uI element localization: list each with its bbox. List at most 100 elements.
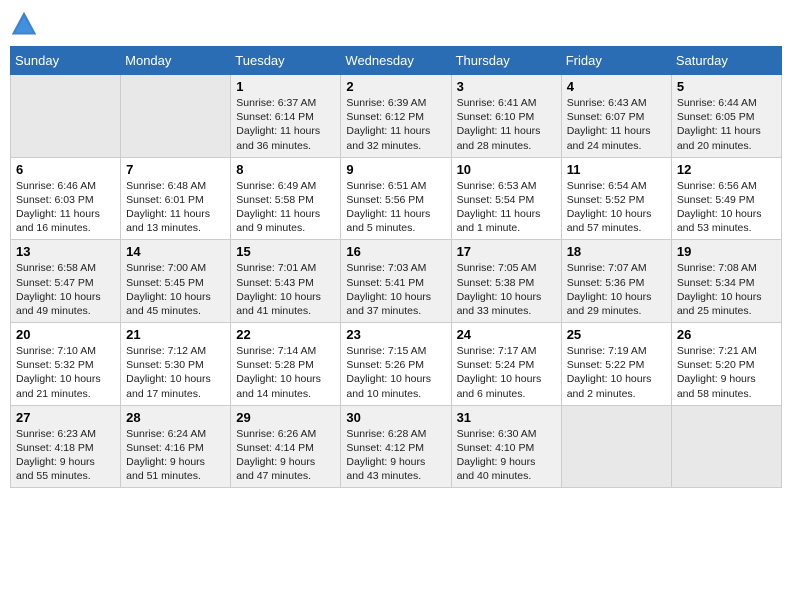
day-number: 10 — [457, 162, 556, 177]
day-number: 12 — [677, 162, 776, 177]
calendar-week-row: 13 Sunrise: 6:58 AM Sunset: 5:47 PM Dayli… — [11, 240, 782, 323]
cell-details: Sunrise: 7:19 AM Sunset: 5:22 PM Dayligh… — [567, 344, 666, 401]
day-number: 17 — [457, 244, 556, 259]
calendar-cell: 17 Sunrise: 7:05 AM Sunset: 5:38 PM Dayli… — [451, 240, 561, 323]
cell-details: Sunrise: 6:48 AM Sunset: 6:01 PM Dayligh… — [126, 179, 225, 236]
day-number: 24 — [457, 327, 556, 342]
cell-details: Sunrise: 7:05 AM Sunset: 5:38 PM Dayligh… — [457, 261, 556, 318]
day-number: 16 — [346, 244, 445, 259]
day-number: 27 — [16, 410, 115, 425]
day-number: 7 — [126, 162, 225, 177]
column-header-wednesday: Wednesday — [341, 47, 451, 75]
day-number: 28 — [126, 410, 225, 425]
calendar-cell: 28 Sunrise: 6:24 AM Sunset: 4:16 PM Dayli… — [121, 405, 231, 488]
calendar-cell: 8 Sunrise: 6:49 AM Sunset: 5:58 PM Daylig… — [231, 157, 341, 240]
cell-details: Sunrise: 6:58 AM Sunset: 5:47 PM Dayligh… — [16, 261, 115, 318]
day-number: 11 — [567, 162, 666, 177]
cell-details: Sunrise: 7:03 AM Sunset: 5:41 PM Dayligh… — [346, 261, 445, 318]
day-number: 14 — [126, 244, 225, 259]
logo — [10, 10, 42, 38]
day-number: 30 — [346, 410, 445, 425]
calendar-cell: 27 Sunrise: 6:23 AM Sunset: 4:18 PM Dayli… — [11, 405, 121, 488]
calendar-cell: 7 Sunrise: 6:48 AM Sunset: 6:01 PM Daylig… — [121, 157, 231, 240]
cell-details: Sunrise: 6:49 AM Sunset: 5:58 PM Dayligh… — [236, 179, 335, 236]
column-header-friday: Friday — [561, 47, 671, 75]
cell-details: Sunrise: 7:00 AM Sunset: 5:45 PM Dayligh… — [126, 261, 225, 318]
column-header-monday: Monday — [121, 47, 231, 75]
cell-details: Sunrise: 6:37 AM Sunset: 6:14 PM Dayligh… — [236, 96, 335, 153]
cell-details: Sunrise: 6:54 AM Sunset: 5:52 PM Dayligh… — [567, 179, 666, 236]
calendar-week-row: 6 Sunrise: 6:46 AM Sunset: 6:03 PM Daylig… — [11, 157, 782, 240]
calendar-table: SundayMondayTuesdayWednesdayThursdayFrid… — [10, 46, 782, 488]
day-number: 19 — [677, 244, 776, 259]
calendar-cell — [561, 405, 671, 488]
calendar-cell: 16 Sunrise: 7:03 AM Sunset: 5:41 PM Dayli… — [341, 240, 451, 323]
calendar-cell: 6 Sunrise: 6:46 AM Sunset: 6:03 PM Daylig… — [11, 157, 121, 240]
calendar-cell: 2 Sunrise: 6:39 AM Sunset: 6:12 PM Daylig… — [341, 75, 451, 158]
calendar-cell: 10 Sunrise: 6:53 AM Sunset: 5:54 PM Dayli… — [451, 157, 561, 240]
day-number: 9 — [346, 162, 445, 177]
calendar-cell: 11 Sunrise: 6:54 AM Sunset: 5:52 PM Dayli… — [561, 157, 671, 240]
day-number: 2 — [346, 79, 445, 94]
calendar-week-row: 20 Sunrise: 7:10 AM Sunset: 5:32 PM Dayli… — [11, 323, 782, 406]
column-header-saturday: Saturday — [671, 47, 781, 75]
calendar-cell: 26Sunrise: 7:21 AM Sunset: 5:20 PM Dayli… — [671, 323, 781, 406]
calendar-cell: 14 Sunrise: 7:00 AM Sunset: 5:45 PM Dayli… — [121, 240, 231, 323]
day-number: 22 — [236, 327, 335, 342]
cell-details: Sunrise: 7:15 AM Sunset: 5:26 PM Dayligh… — [346, 344, 445, 401]
day-number: 8 — [236, 162, 335, 177]
day-number: 23 — [346, 327, 445, 342]
calendar-cell: 23 Sunrise: 7:15 AM Sunset: 5:26 PM Dayli… — [341, 323, 451, 406]
day-number: 20 — [16, 327, 115, 342]
calendar-cell: 3 Sunrise: 6:41 AM Sunset: 6:10 PM Daylig… — [451, 75, 561, 158]
cell-details: Sunrise: 6:30 AM Sunset: 4:10 PM Dayligh… — [457, 427, 556, 484]
cell-details: Sunrise: 6:46 AM Sunset: 6:03 PM Dayligh… — [16, 179, 115, 236]
cell-details: Sunrise: 7:07 AM Sunset: 5:36 PM Dayligh… — [567, 261, 666, 318]
cell-details: Sunrise: 6:39 AM Sunset: 6:12 PM Dayligh… — [346, 96, 445, 153]
calendar-week-row: 1 Sunrise: 6:37 AM Sunset: 6:14 PM Daylig… — [11, 75, 782, 158]
logo-icon — [10, 10, 38, 38]
column-header-sunday: Sunday — [11, 47, 121, 75]
header — [10, 10, 782, 38]
day-number: 25 — [567, 327, 666, 342]
column-header-thursday: Thursday — [451, 47, 561, 75]
calendar-cell: 21 Sunrise: 7:12 AM Sunset: 5:30 PM Dayli… — [121, 323, 231, 406]
calendar-cell: 19Sunrise: 7:08 AM Sunset: 5:34 PM Dayli… — [671, 240, 781, 323]
calendar-cell: 25 Sunrise: 7:19 AM Sunset: 5:22 PM Dayli… — [561, 323, 671, 406]
cell-details: Sunrise: 7:17 AM Sunset: 5:24 PM Dayligh… — [457, 344, 556, 401]
calendar-cell: 13 Sunrise: 6:58 AM Sunset: 5:47 PM Dayli… — [11, 240, 121, 323]
day-number: 15 — [236, 244, 335, 259]
cell-details: Sunrise: 6:23 AM Sunset: 4:18 PM Dayligh… — [16, 427, 115, 484]
calendar-week-row: 27 Sunrise: 6:23 AM Sunset: 4:18 PM Dayli… — [11, 405, 782, 488]
cell-details: Sunrise: 7:12 AM Sunset: 5:30 PM Dayligh… — [126, 344, 225, 401]
day-number: 31 — [457, 410, 556, 425]
day-number: 6 — [16, 162, 115, 177]
day-number: 29 — [236, 410, 335, 425]
cell-details: Sunrise: 6:28 AM Sunset: 4:12 PM Dayligh… — [346, 427, 445, 484]
calendar-cell: 18Sunrise: 7:07 AM Sunset: 5:36 PM Dayli… — [561, 240, 671, 323]
calendar-cell: 31 Sunrise: 6:30 AM Sunset: 4:10 PM Dayli… — [451, 405, 561, 488]
column-header-tuesday: Tuesday — [231, 47, 341, 75]
calendar-cell: 29Sunrise: 6:26 AM Sunset: 4:14 PM Dayli… — [231, 405, 341, 488]
calendar-cell: 9 Sunrise: 6:51 AM Sunset: 5:56 PM Daylig… — [341, 157, 451, 240]
calendar-cell: 24 Sunrise: 7:17 AM Sunset: 5:24 PM Dayli… — [451, 323, 561, 406]
day-number: 5 — [677, 79, 776, 94]
cell-details: Sunrise: 6:51 AM Sunset: 5:56 PM Dayligh… — [346, 179, 445, 236]
calendar-cell — [11, 75, 121, 158]
cell-details: Sunrise: 6:41 AM Sunset: 6:10 PM Dayligh… — [457, 96, 556, 153]
day-number: 4 — [567, 79, 666, 94]
calendar-cell: 12Sunrise: 6:56 AM Sunset: 5:49 PM Dayli… — [671, 157, 781, 240]
cell-details: Sunrise: 7:10 AM Sunset: 5:32 PM Dayligh… — [16, 344, 115, 401]
calendar-cell — [671, 405, 781, 488]
calendar-cell: 20 Sunrise: 7:10 AM Sunset: 5:32 PM Dayli… — [11, 323, 121, 406]
cell-details: Sunrise: 7:01 AM Sunset: 5:43 PM Dayligh… — [236, 261, 335, 318]
day-number: 3 — [457, 79, 556, 94]
cell-details: Sunrise: 6:53 AM Sunset: 5:54 PM Dayligh… — [457, 179, 556, 236]
calendar-cell: 22Sunrise: 7:14 AM Sunset: 5:28 PM Dayli… — [231, 323, 341, 406]
calendar-header-row: SundayMondayTuesdayWednesdayThursdayFrid… — [11, 47, 782, 75]
day-number: 1 — [236, 79, 335, 94]
day-number: 21 — [126, 327, 225, 342]
calendar-cell: 30 Sunrise: 6:28 AM Sunset: 4:12 PM Dayli… — [341, 405, 451, 488]
cell-details: Sunrise: 6:24 AM Sunset: 4:16 PM Dayligh… — [126, 427, 225, 484]
day-number: 13 — [16, 244, 115, 259]
